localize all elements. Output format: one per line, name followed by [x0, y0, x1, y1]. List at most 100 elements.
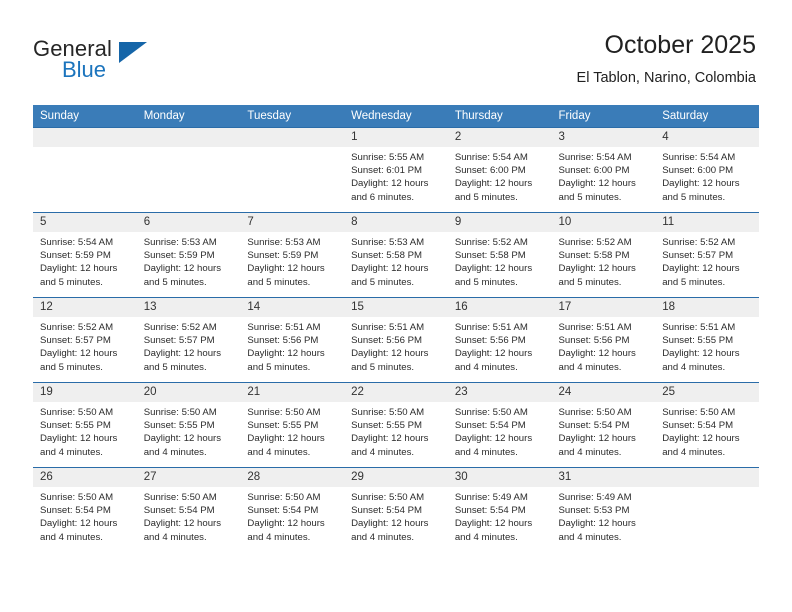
calendar-day-cell[interactable]: 31 Sunrise: 5:49 AM Sunset: 5:53 PM Dayligh…: [551, 467, 656, 552]
calendar-day-cell[interactable]: 15 Sunrise: 5:51 AM Sunset: 5:56 PM Dayligh…: [344, 297, 448, 383]
sunrise-text: Sunrise: 5:50 AM: [662, 407, 736, 418]
calendar-day-cell[interactable]: 12 Sunrise: 5:52 AM Sunset: 5:57 PM Dayligh…: [33, 297, 137, 383]
calendar-day-cell[interactable]: 26 Sunrise: 5:50 AM Sunset: 5:54 PM Dayligh…: [33, 467, 137, 552]
day-details: Sunrise: 5:52 AM Sunset: 5:57 PM Daylight:…: [655, 232, 759, 289]
daylight-text: Daylight: 12 hours and 5 minutes.: [247, 348, 325, 373]
calendar-day-cell[interactable]: 24 Sunrise: 5:50 AM Sunset: 5:54 PM Dayligh…: [551, 382, 656, 468]
calendar-day-cell[interactable]: 19 Sunrise: 5:50 AM Sunset: 5:55 PM Dayligh…: [33, 382, 137, 468]
daylight-text: Daylight: 12 hours and 4 minutes.: [558, 518, 636, 543]
daylight-text: Daylight: 12 hours and 5 minutes.: [558, 178, 636, 203]
day-number: 17: [551, 298, 656, 317]
calendar-day-cell[interactable]: 6 Sunrise: 5:53 AM Sunset: 5:59 PM Daylight…: [136, 212, 241, 298]
calendar-day-cell[interactable]: 10 Sunrise: 5:52 AM Sunset: 5:58 PM Dayligh…: [551, 212, 656, 298]
sunrise-text: Sunrise: 5:50 AM: [247, 407, 321, 418]
calendar-day-cell[interactable]: 22 Sunrise: 5:50 AM Sunset: 5:55 PM Dayligh…: [344, 382, 448, 468]
day-number: 6: [136, 213, 241, 232]
sunset-text: Sunset: 5:54 PM: [558, 420, 630, 432]
weekday-header-sunday: Sunday: [33, 105, 137, 128]
day-number: 2: [447, 128, 552, 147]
sunset-text: Sunset: 5:59 PM: [40, 250, 111, 262]
sunrise-text: Sunrise: 5:51 AM: [558, 322, 632, 333]
sunrise-text: Sunrise: 5:50 AM: [143, 407, 217, 418]
day-details: Sunrise: 5:50 AM Sunset: 5:54 PM Daylight:…: [137, 487, 241, 544]
sunset-text: Sunset: 5:55 PM: [351, 420, 423, 432]
weekday-header-monday: Monday: [136, 105, 241, 128]
day-number: 10: [551, 213, 656, 232]
day-number: [240, 128, 345, 147]
sunrise-text: Sunrise: 5:51 AM: [662, 322, 736, 333]
daylight-text: Daylight: 12 hours and 5 minutes.: [143, 348, 222, 373]
calendar-day-cell[interactable]: 3 Sunrise: 5:54 AM Sunset: 6:00 PM Daylight…: [551, 127, 656, 213]
day-number: 18: [655, 298, 759, 317]
generalblue-logo[interactable]: General Blue: [33, 36, 213, 88]
sunrise-text: Sunrise: 5:50 AM: [247, 492, 321, 503]
day-number: 7: [240, 213, 345, 232]
calendar-day-cell[interactable]: 20 Sunrise: 5:50 AM Sunset: 5:55 PM Dayligh…: [136, 382, 241, 468]
day-number: 27: [136, 468, 241, 487]
daylight-text: Daylight: 12 hours and 4 minutes.: [351, 518, 429, 543]
day-details: Sunrise: 5:52 AM Sunset: 5:57 PM Daylight:…: [33, 317, 137, 374]
daylight-text: Daylight: 12 hours and 4 minutes.: [40, 433, 118, 458]
day-number: 20: [136, 383, 241, 402]
page-header: General Blue October 2025 El Tablon, Nar…: [0, 0, 792, 100]
calendar-day-cell[interactable]: 9 Sunrise: 5:52 AM Sunset: 5:58 PM Daylight…: [447, 212, 552, 298]
calendar-day-cell[interactable]: 21 Sunrise: 5:50 AM Sunset: 5:55 PM Dayligh…: [240, 382, 345, 468]
calendar-day-cell[interactable]: 7 Sunrise: 5:53 AM Sunset: 5:59 PM Daylight…: [240, 212, 345, 298]
sunset-text: Sunset: 6:00 PM: [558, 165, 630, 177]
sunset-text: Sunset: 6:01 PM: [351, 165, 423, 177]
daylight-text: Daylight: 12 hours and 4 minutes.: [454, 433, 533, 458]
calendar-day-cell[interactable]: 4 Sunrise: 5:54 AM Sunset: 6:00 PM Daylight…: [655, 127, 759, 213]
day-details: Sunrise: 5:51 AM Sunset: 5:56 PM Daylight:…: [552, 317, 656, 374]
calendar-day-cell[interactable]: 1 Sunrise: 5:55 AM Sunset: 6:01 PM Daylight…: [344, 127, 448, 213]
calendar-body: 1 Sunrise: 5:55 AM Sunset: 6:01 PM Daylight…: [33, 127, 759, 552]
title-block: October 2025 El Tablon, Narino, Colombia: [577, 30, 756, 88]
calendar-day-cell[interactable]: 16 Sunrise: 5:51 AM Sunset: 5:56 PM Dayligh…: [447, 297, 552, 383]
sunset-text: Sunset: 5:54 PM: [351, 505, 423, 517]
day-details: Sunrise: 5:53 AM Sunset: 5:59 PM Daylight:…: [137, 232, 241, 289]
calendar-day-cell[interactable]: 17 Sunrise: 5:51 AM Sunset: 5:56 PM Dayligh…: [551, 297, 656, 383]
day-number: 1: [344, 128, 448, 147]
calendar-week-row: 1 Sunrise: 5:55 AM Sunset: 6:01 PM Daylight…: [33, 127, 759, 213]
calendar-day-cell[interactable]: 14 Sunrise: 5:51 AM Sunset: 5:56 PM Dayligh…: [240, 297, 345, 383]
sunrise-text: Sunrise: 5:50 AM: [351, 492, 425, 503]
calendar-day-cell-empty: [136, 127, 241, 213]
daylight-text: Daylight: 12 hours and 4 minutes.: [454, 518, 533, 543]
calendar-day-cell[interactable]: 5 Sunrise: 5:54 AM Sunset: 5:59 PM Daylight…: [33, 212, 137, 298]
day-details: Sunrise: 5:50 AM Sunset: 5:54 PM Daylight:…: [344, 487, 448, 544]
sunset-text: Sunset: 5:55 PM: [143, 420, 215, 432]
calendar-week-row: 26 Sunrise: 5:50 AM Sunset: 5:54 PM Dayligh…: [33, 467, 759, 552]
day-number: 22: [344, 383, 448, 402]
sunrise-text: Sunrise: 5:49 AM: [454, 492, 528, 503]
calendar-day-cell-empty: [240, 127, 345, 213]
calendar-day-cell[interactable]: 8 Sunrise: 5:53 AM Sunset: 5:58 PM Daylight…: [344, 212, 448, 298]
calendar-day-cell[interactable]: 27 Sunrise: 5:50 AM Sunset: 5:54 PM Dayligh…: [136, 467, 241, 552]
calendar-day-cell[interactable]: 25 Sunrise: 5:50 AM Sunset: 5:54 PM Dayligh…: [655, 382, 759, 468]
calendar-day-cell[interactable]: 13 Sunrise: 5:52 AM Sunset: 5:57 PM Dayligh…: [136, 297, 241, 383]
sunrise-text: Sunrise: 5:52 AM: [40, 322, 114, 333]
daylight-text: Daylight: 12 hours and 4 minutes.: [247, 433, 325, 458]
sunrise-text: Sunrise: 5:52 AM: [558, 237, 632, 248]
calendar-day-cell-empty: [33, 127, 137, 213]
day-number: 19: [33, 383, 137, 402]
sunrise-text: Sunrise: 5:50 AM: [143, 492, 217, 503]
calendar-day-cell[interactable]: 2 Sunrise: 5:54 AM Sunset: 6:00 PM Daylight…: [447, 127, 552, 213]
sunset-text: Sunset: 5:55 PM: [40, 420, 111, 432]
logo-triangle-icon: [119, 42, 147, 63]
calendar-day-cell[interactable]: 30 Sunrise: 5:49 AM Sunset: 5:54 PM Dayligh…: [447, 467, 552, 552]
sunrise-text: Sunrise: 5:53 AM: [351, 237, 425, 248]
day-number: 8: [344, 213, 448, 232]
day-details: Sunrise: 5:50 AM Sunset: 5:54 PM Daylight:…: [448, 402, 552, 459]
calendar-day-cell[interactable]: 11 Sunrise: 5:52 AM Sunset: 5:57 PM Dayligh…: [655, 212, 759, 298]
sunset-text: Sunset: 5:54 PM: [662, 420, 734, 432]
calendar-day-cell[interactable]: 28 Sunrise: 5:50 AM Sunset: 5:54 PM Dayligh…: [240, 467, 345, 552]
calendar-day-cell[interactable]: 18 Sunrise: 5:51 AM Sunset: 5:55 PM Dayligh…: [655, 297, 759, 383]
daylight-text: Daylight: 12 hours and 4 minutes.: [558, 348, 636, 373]
calendar-day-cell[interactable]: 23 Sunrise: 5:50 AM Sunset: 5:54 PM Dayligh…: [447, 382, 552, 468]
calendar-day-cell[interactable]: 29 Sunrise: 5:50 AM Sunset: 5:54 PM Dayligh…: [344, 467, 448, 552]
weekday-header-wednesday: Wednesday: [344, 105, 448, 128]
day-number: 4: [655, 128, 759, 147]
calendar-page: General Blue October 2025 El Tablon, Nar…: [0, 0, 792, 612]
weekday-header-saturday: Saturday: [655, 105, 759, 128]
weekday-header-row: Sunday Monday Tuesday Wednesday Thursday…: [33, 105, 759, 128]
day-number: [655, 468, 759, 487]
